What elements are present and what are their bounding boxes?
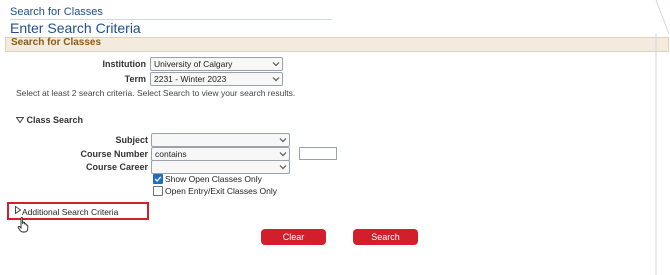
course-career-label: Course Career (85, 162, 148, 172)
course-number-input[interactable] (299, 147, 337, 160)
course-number-operator: contains (155, 149, 187, 159)
chevron-down-icon (279, 138, 287, 143)
course-number-operator-select[interactable]: contains (151, 147, 290, 161)
term-select[interactable]: 2231 - Winter 2023 (150, 72, 283, 86)
course-career-select[interactable] (151, 160, 290, 174)
section-header: Search for Classes (5, 37, 669, 52)
term-value: 2231 - Winter 2023 (154, 74, 227, 84)
section-title: Search for Classes (11, 37, 102, 48)
chevron-down-icon (272, 77, 280, 82)
open-entry-exit-label: Open Entry/Exit Classes Only (165, 186, 277, 196)
class-search-heading: Class Search (26, 115, 84, 125)
institution-label: Institution (102, 59, 147, 69)
show-open-classes-label: Show Open Classes Only (165, 174, 262, 184)
chevron-down-icon (272, 62, 280, 67)
subject-select[interactable] (151, 133, 290, 147)
search-button[interactable]: Search (353, 229, 418, 245)
hand-cursor-icon (17, 217, 29, 233)
additional-search-criteria-link[interactable]: Additional Search Criteria (22, 207, 118, 217)
clear-button[interactable]: Clear (261, 229, 326, 245)
class-search-toggle[interactable]: Class Search (15, 115, 84, 125)
triangle-right-icon (15, 206, 21, 214)
breadcrumb[interactable]: Search for Classes (10, 6, 103, 18)
right-edge-divider (655, 0, 670, 275)
subject-label: Subject (115, 135, 148, 145)
institution-value: University of Calgary (154, 59, 233, 69)
checkmark-icon (154, 176, 162, 182)
page-title: Enter Search Criteria (10, 20, 141, 36)
open-entry-exit-checkbox[interactable] (153, 186, 163, 196)
show-open-classes-checkbox[interactable] (153, 174, 163, 184)
instructions-text: Select at least 2 search criteria. Selec… (16, 88, 296, 98)
chevron-down-icon (279, 152, 287, 157)
institution-select[interactable]: University of Calgary (150, 57, 283, 71)
triangle-down-icon (15, 117, 25, 124)
chevron-down-icon (279, 165, 287, 170)
term-label: Term (124, 74, 146, 84)
course-number-label: Course Number (80, 149, 148, 159)
